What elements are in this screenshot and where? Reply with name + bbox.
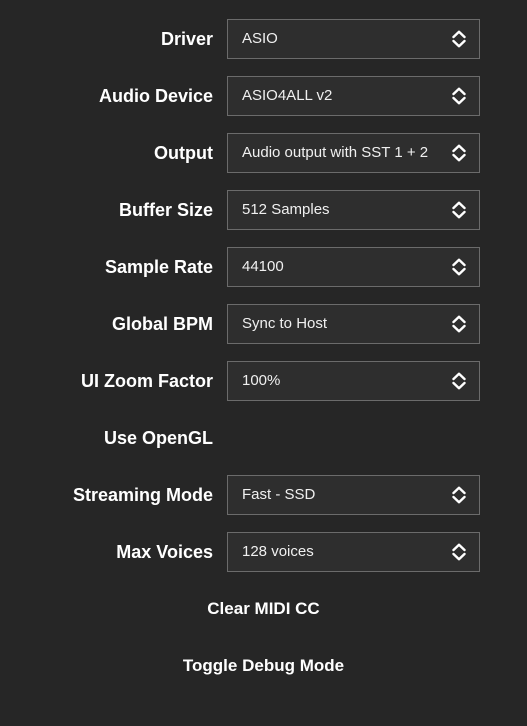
ui-zoom-value: 100% <box>242 372 281 389</box>
streaming-mode-label: Streaming Mode <box>72 485 213 505</box>
audio-device-row: Audio Device ASIO4ALL v2 <box>0 76 527 116</box>
buffer-size-select[interactable]: 512 Samples <box>227 190 480 230</box>
clear-midi-cc-button[interactable]: Clear MIDI CC <box>0 589 527 629</box>
max-voices-row: Max Voices 128 voices <box>0 532 527 572</box>
driver-label: Driver <box>160 29 213 49</box>
output-row: Output Audio output with SST 1 + 2 <box>0 133 527 173</box>
output-label: Output <box>154 143 213 163</box>
streaming-mode-row: Streaming Mode Fast - SSD <box>0 475 527 515</box>
buffer-size-value: 512 Samples <box>242 201 330 218</box>
up-down-chevron-icon <box>452 87 466 105</box>
up-down-chevron-icon <box>452 543 466 561</box>
toggle-debug-mode-button[interactable]: Toggle Debug Mode <box>0 646 527 686</box>
driver-row: Driver ASIO <box>0 19 527 59</box>
sample-rate-row: Sample Rate 44100 <box>0 247 527 287</box>
ui-zoom-label: UI Zoom Factor <box>80 371 213 391</box>
audio-device-label: Audio Device <box>98 86 213 106</box>
sample-rate-select[interactable]: 44100 <box>227 247 480 287</box>
driver-select[interactable]: ASIO <box>227 19 480 59</box>
up-down-chevron-icon <box>452 486 466 504</box>
ui-zoom-select[interactable]: 100% <box>227 361 480 401</box>
ui-zoom-row: UI Zoom Factor 100% <box>0 361 527 401</box>
driver-value: ASIO <box>242 30 278 47</box>
sample-rate-value: 44100 <box>242 258 284 275</box>
max-voices-select[interactable]: 128 voices <box>227 532 480 572</box>
global-bpm-value: Sync to Host <box>242 315 328 332</box>
up-down-chevron-icon <box>452 372 466 390</box>
max-voices-label: Max Voices <box>116 542 213 562</box>
output-select[interactable]: Audio output with SST 1 + 2 <box>227 133 480 173</box>
max-voices-value: 128 voices <box>242 543 314 560</box>
buffer-size-label: Buffer Size <box>118 200 213 220</box>
sample-rate-label: Sample Rate <box>104 257 213 277</box>
audio-device-value: ASIO4ALL v2 <box>242 87 333 104</box>
global-bpm-select[interactable]: Sync to Host <box>227 304 480 344</box>
audio-device-select[interactable]: ASIO4ALL v2 <box>227 76 480 116</box>
use-opengl-row: Use OpenGL <box>0 418 527 458</box>
streaming-mode-value: Fast - SSD <box>242 486 316 503</box>
audio-settings-panel: Driver ASIO Audio Device ASIO4ALL v2 Out… <box>0 0 527 726</box>
up-down-chevron-icon <box>452 30 466 48</box>
up-down-chevron-icon <box>452 201 466 219</box>
streaming-mode-select[interactable]: Fast - SSD <box>227 475 480 515</box>
global-bpm-label: Global BPM <box>111 314 213 334</box>
output-value: Audio output with SST 1 + 2 <box>242 144 429 161</box>
up-down-chevron-icon <box>452 144 466 162</box>
up-down-chevron-icon <box>452 315 466 333</box>
buffer-size-row: Buffer Size 512 Samples <box>0 190 527 230</box>
use-opengl-toggle[interactable]: Use OpenGL <box>104 418 213 458</box>
global-bpm-row: Global BPM Sync to Host <box>0 304 527 344</box>
up-down-chevron-icon <box>452 258 466 276</box>
